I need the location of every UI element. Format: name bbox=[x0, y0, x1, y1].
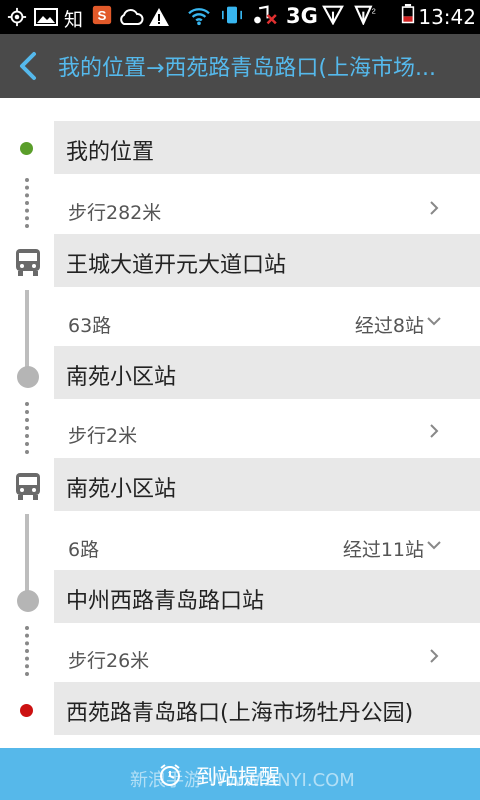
route-segment-walk[interactable]: 步行26米 bbox=[54, 628, 480, 686]
page-title: 我的位置→西苑路青岛路口(上海市场... bbox=[58, 56, 436, 81]
bus-route-number: 6路 bbox=[68, 539, 100, 561]
route-stop-end[interactable]: 西苑路青岛路口(上海市场牡丹公园) bbox=[54, 682, 480, 735]
chevron-right-icon bbox=[430, 649, 439, 663]
chevron-right-icon bbox=[430, 201, 439, 215]
bus-route-number: 63路 bbox=[68, 315, 112, 337]
vibrate-icon bbox=[222, 6, 242, 24]
route-list: 我的位置 步行282米 王城大道开元大道口站 63路 经过8站 南苑小区站 步行… bbox=[0, 98, 480, 748]
route-segment-bus[interactable]: 6路 经过11站 bbox=[54, 517, 480, 575]
stop-count: 经过8站 bbox=[354, 315, 424, 337]
stop-name: 西苑路青岛路口(上海市场牡丹公园) bbox=[66, 701, 414, 726]
walk-line bbox=[25, 626, 29, 676]
cloud-icon bbox=[120, 9, 144, 25]
walk-line bbox=[25, 178, 29, 228]
stop-name: 我的位置 bbox=[66, 140, 155, 165]
stop-name: 南苑小区站 bbox=[66, 477, 177, 502]
music-off-icon bbox=[254, 5, 277, 25]
battery-icon bbox=[401, 4, 415, 24]
route-segment-walk[interactable]: 步行282米 bbox=[54, 180, 480, 238]
route-stop-bus[interactable]: 王城大道开元大道口站 bbox=[54, 234, 480, 287]
arrival-reminder-button[interactable]: 新浪手游 WWW.ANYI.COM 到站提醒 bbox=[0, 748, 480, 800]
segment-label: 步行26米 bbox=[68, 650, 150, 672]
walk-line bbox=[25, 402, 29, 454]
signal-icon bbox=[322, 5, 344, 25]
network-type: 3G bbox=[286, 4, 318, 28]
segment-label: 步行2米 bbox=[68, 425, 138, 447]
image-icon bbox=[34, 8, 58, 26]
route-stop-bus[interactable]: 南苑小区站 bbox=[54, 458, 480, 511]
back-arrow-icon[interactable] bbox=[14, 50, 44, 82]
segment-label: 步行282米 bbox=[68, 202, 162, 224]
chevron-right-icon bbox=[430, 424, 439, 438]
svg-text:S: S bbox=[98, 8, 107, 23]
transfer-dot-icon bbox=[17, 366, 39, 388]
route-stop-alight[interactable]: 南苑小区站 bbox=[54, 346, 480, 399]
bus-line bbox=[25, 290, 29, 374]
route-segment-walk[interactable]: 步行2米 bbox=[54, 403, 480, 461]
sogou-icon: S bbox=[92, 5, 112, 25]
chevron-down-icon bbox=[427, 541, 441, 550]
header-bar: 我的位置→西苑路青岛路口(上海市场... bbox=[0, 34, 480, 98]
stop-name: 王城大道开元大道口站 bbox=[66, 253, 287, 278]
route-stop-start[interactable]: 我的位置 bbox=[54, 121, 480, 174]
status-bar: 知 S 3G 2 13:42 bbox=[0, 0, 480, 34]
svg-text:2: 2 bbox=[372, 6, 376, 15]
gps-icon bbox=[7, 7, 27, 27]
alarm-clock-icon bbox=[160, 764, 180, 786]
transfer-dot-icon bbox=[17, 590, 39, 612]
wifi-icon bbox=[188, 8, 210, 26]
end-dot-icon bbox=[20, 704, 33, 717]
stop-name: 南苑小区站 bbox=[66, 365, 177, 390]
route-stop-alight[interactable]: 中州西路青岛路口站 bbox=[54, 570, 480, 623]
stop-count: 经过11站 bbox=[342, 539, 424, 561]
zhihu-icon: 知 bbox=[64, 9, 84, 31]
clock-time: 13:42 bbox=[418, 5, 476, 29]
warning-icon bbox=[149, 8, 169, 26]
bus-icon bbox=[16, 249, 40, 276]
stop-name: 中州西路青岛路口站 bbox=[66, 589, 265, 614]
route-segment-bus[interactable]: 63路 经过8站 bbox=[54, 293, 480, 351]
signal2-icon: 2 bbox=[354, 5, 376, 25]
bus-line bbox=[25, 514, 29, 598]
start-dot-icon bbox=[20, 142, 33, 155]
chevron-down-icon bbox=[427, 317, 441, 326]
bus-icon bbox=[16, 473, 40, 500]
button-label: 到站提醒 bbox=[196, 765, 280, 789]
